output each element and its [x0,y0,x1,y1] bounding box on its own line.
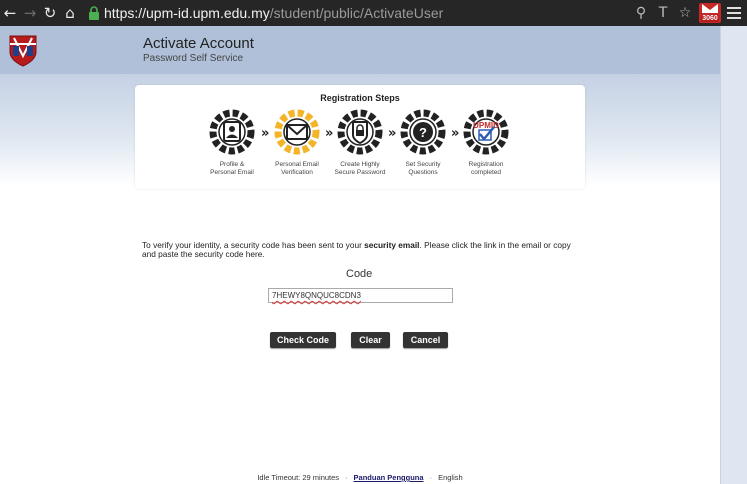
registration-steps-panel: Registration Steps » » » ? » UPMID Profi… [135,85,585,189]
reload-icon[interactable]: ↻ [40,2,60,24]
star-icon[interactable]: ☆ [677,5,693,21]
svg-text:?: ? [419,125,427,140]
gmail-count: 3060 [701,15,719,22]
browser-menu-icon[interactable] [727,7,741,19]
gmail-notifier-icon[interactable]: 3060 [699,3,721,23]
step-password-icon [337,109,383,155]
language-link[interactable]: English [438,473,463,482]
step-arrow-icon: » [325,126,333,141]
page-footer: Idle Timeout: 29 minutes · Panduan Penggun… [257,473,463,482]
lock-icon [89,6,99,20]
step-label-password: Create Highly Secure Password [334,161,386,176]
step-arrow-icon: » [388,126,396,141]
check-code-button[interactable]: Check Code [270,332,336,348]
clear-button[interactable]: Clear [351,332,390,348]
page-title: Activate Account [143,35,254,52]
page-content: Activate Account Password Self Service R… [0,26,720,484]
home-icon[interactable]: ⌂ [60,2,80,24]
idle-timeout-text: Idle Timeout: 29 minutes [257,473,340,482]
url-host: https://upm-id.upm.edu.my [104,5,270,21]
step-security-question-icon: ? [400,109,446,155]
back-icon[interactable]: ← [0,2,20,24]
step-profile-icon [209,109,255,155]
upm-logo-icon [9,35,37,67]
forward-icon[interactable]: → [20,2,40,24]
user-guide-link[interactable]: Panduan Pengguna [354,473,424,482]
code-label: Code [346,268,373,280]
vertical-scrollbar[interactable] [720,26,747,484]
upmid-logo-text: UPMID [473,121,499,130]
security-code-input[interactable]: 7HEWY8QNQUC8CDN3 [268,288,453,303]
url-path: /student/public/ActivateUser [269,5,444,21]
verification-instructions: To verify your identity, a security code… [142,240,571,259]
step-label-profile: Profile & Personal Email [210,161,254,176]
step-label-completed: Registration completed [468,161,504,176]
step-label-security-questions: Set Security Questions [405,161,441,176]
step-completed-icon: UPMID [463,109,509,155]
step-arrow-icon: » [451,126,459,141]
page-subtitle: Password Self Service [143,53,244,64]
zoom-icon[interactable]: ⚲ [633,5,649,21]
address-bar[interactable]: https://upm-id.upm.edu.my/student/public… [88,2,443,24]
step-arrow-icon: » [261,126,269,141]
step-email-verification-icon [274,109,320,155]
cancel-button[interactable]: Cancel [403,332,448,348]
step-label-email-verification: Personal Email Verification [275,161,319,176]
browser-toolbar: ← → ↻ ⌂ https://upm-id.upm.edu.my/studen… [0,0,747,26]
extension-icon[interactable]: T [655,5,671,21]
page-header: Activate Account Password Self Service R… [0,26,720,189]
